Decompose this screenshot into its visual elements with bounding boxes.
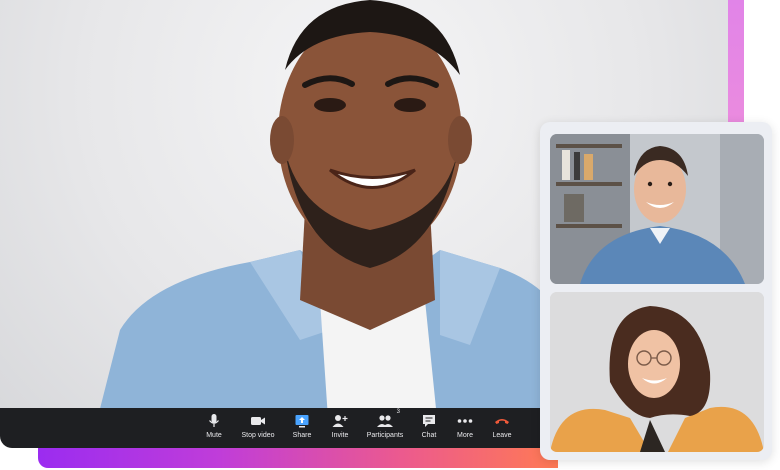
participant-video-tile-1[interactable] [550, 134, 764, 284]
share-label: Share [292, 432, 312, 439]
mute-label: Mute [206, 432, 222, 439]
invite-user-icon [331, 413, 349, 429]
leave-button[interactable]: Leave [472, 413, 532, 445]
share-screen-icon [293, 413, 311, 429]
leave-label: Leave [492, 432, 512, 439]
stop-video-label: Stop video [241, 432, 275, 439]
microphone-icon [205, 413, 223, 429]
invite-label: Invite [331, 432, 349, 439]
participant-video-tile-2[interactable] [550, 292, 764, 452]
call-control-toolbar: Mute Stop video Share Invite 3 Participa… [0, 408, 542, 448]
more-label: More [457, 432, 473, 439]
participant-1-figure [550, 134, 764, 284]
participants-label: Participants [366, 432, 404, 439]
participants-side-panel [540, 122, 772, 460]
participant-2-figure [550, 292, 764, 452]
participants-icon: 3 [376, 409, 400, 429]
leave-phone-icon [493, 413, 511, 429]
video-camera-icon [249, 413, 267, 429]
decorative-gradient-stripe-bottom [38, 446, 558, 468]
